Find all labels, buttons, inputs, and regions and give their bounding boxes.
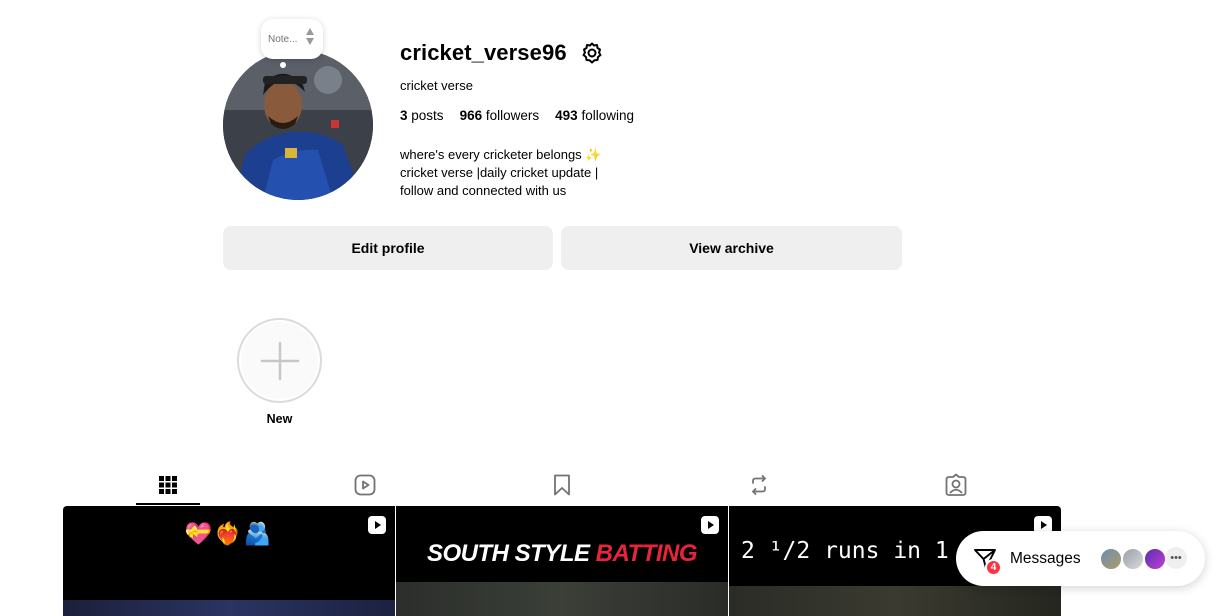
- profile-full-name: cricket verse: [400, 78, 473, 93]
- followers-count: 966: [459, 108, 483, 123]
- new-highlight-label: New: [266, 412, 293, 426]
- reel-badge-icon: [368, 516, 386, 534]
- bio-line-3: follow and connected with us: [400, 183, 567, 198]
- tab-posts-grid[interactable]: [136, 466, 200, 505]
- post-title-red: BATTING: [595, 540, 698, 567]
- post-thumbnail-image: [63, 600, 395, 616]
- profile-username: cricket_verse96: [400, 40, 567, 65]
- grid-icon: [159, 476, 177, 494]
- messages-label: Messages: [1010, 549, 1081, 567]
- posts-grid: 💝❤️‍🔥🫂 SOUTH STYLE BATTING 2 ¹/2 runs in…: [63, 506, 1061, 616]
- posts-stat: 3 posts: [400, 108, 444, 123]
- messages-button[interactable]: 4 Messages •••: [956, 531, 1205, 586]
- following-count: 493: [555, 108, 578, 123]
- note-placeholder: Note...: [268, 33, 298, 45]
- edit-profile-button[interactable]: Edit profile: [223, 226, 553, 270]
- avatar: [1099, 547, 1123, 571]
- bio-line-2: cricket verse |daily cricket update |: [400, 165, 599, 180]
- tagged-icon: [945, 473, 967, 496]
- followers-label: followers: [485, 108, 540, 123]
- profile-tabs: [63, 466, 1061, 506]
- bio-line-1: where's every cricketer belongs ✨: [400, 147, 602, 162]
- note-tail-dot: [280, 62, 286, 68]
- more-horizontal-icon: •••: [1165, 547, 1187, 569]
- avatar: [1143, 547, 1167, 571]
- new-highlight-button[interactable]: [237, 318, 322, 403]
- posts-label: posts: [411, 108, 444, 123]
- note-arrows-icon: [306, 28, 314, 45]
- recent-chats-avatars: •••: [1099, 547, 1187, 571]
- tab-tagged[interactable]: [924, 466, 988, 504]
- following-stat[interactable]: 493 following: [555, 108, 634, 123]
- tab-reels[interactable]: [333, 466, 397, 504]
- avatar: [1121, 547, 1145, 571]
- plus-icon: [260, 341, 299, 380]
- reels-icon: [354, 474, 376, 496]
- post-caption-text: 2 ¹/2 runs in 1 b: [741, 538, 977, 564]
- avatar-image: [223, 50, 373, 200]
- post-tile[interactable]: 💝❤️‍🔥🫂: [63, 506, 395, 616]
- bookmark-icon: [554, 474, 570, 496]
- reel-badge-icon: [701, 516, 719, 534]
- note-bubble[interactable]: Note...: [261, 19, 323, 59]
- repost-icon: [752, 475, 766, 495]
- following-label: following: [581, 108, 634, 123]
- unread-badge: 4: [985, 558, 1002, 576]
- posts-count: 3: [400, 108, 408, 123]
- tab-reposts[interactable]: [727, 466, 791, 504]
- new-highlight-circle: [241, 322, 318, 399]
- settings-gear-icon[interactable]: [580, 41, 604, 65]
- post-thumbnail-image: [729, 586, 1061, 616]
- post-title-white: SOUTH STYLE: [426, 540, 596, 567]
- post-thumbnail-image: [396, 582, 728, 616]
- tab-saved[interactable]: [530, 466, 594, 504]
- profile-avatar[interactable]: [223, 50, 373, 200]
- post-tile[interactable]: SOUTH STYLE BATTING: [396, 506, 728, 616]
- post-title-text: SOUTH STYLE BATTING: [396, 540, 728, 568]
- view-archive-button[interactable]: View archive: [561, 226, 902, 270]
- followers-stat[interactable]: 966 followers: [460, 108, 540, 123]
- messages-icon-wrap: 4: [972, 546, 1002, 576]
- profile-bio: where's every cricketer belongs ✨ cricke…: [400, 146, 601, 200]
- post-emoji-caption: 💝❤️‍🔥🫂: [184, 522, 274, 547]
- profile-stats: 3 posts 966 followers 493 following: [400, 108, 634, 123]
